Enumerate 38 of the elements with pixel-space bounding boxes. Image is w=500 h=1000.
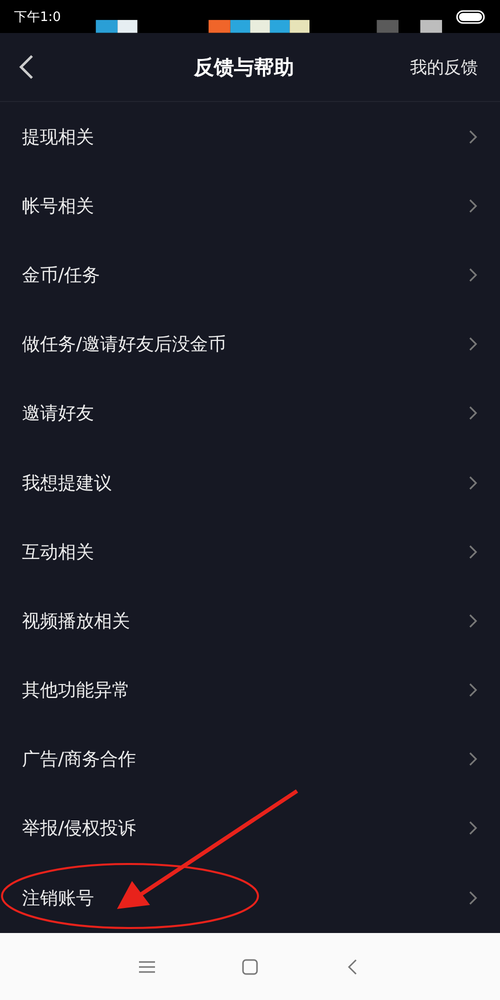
redaction-block [208,20,230,33]
redaction-block [290,20,310,33]
home-icon[interactable] [241,958,259,976]
menu-item[interactable]: 广告/商务合作 [22,747,136,772]
menu-item[interactable]: 其他功能异常 [22,678,130,702]
redaction-block [118,20,138,33]
redaction-block [376,20,399,33]
chevron-right-icon [469,130,478,144]
chevron-right-icon [469,614,478,628]
chevron-right-icon [469,544,478,559]
chevron-right-icon [469,683,478,698]
chevron-right-icon [469,476,478,490]
redaction-block [250,20,270,33]
redaction-block [230,20,250,33]
chevron-right-icon [469,890,478,905]
menu-item[interactable]: 帐号相关 [22,194,94,218]
menu-item[interactable]: 提现相关 [22,124,94,149]
chevron-right-icon [469,268,478,282]
menu-item[interactable]: 互动相关 [22,540,94,564]
my-feedback-link[interactable]: 我的反馈 [410,56,478,78]
menu-item[interactable]: 邀请好友 [22,401,94,426]
menu-item[interactable]: 举报/侵权投诉 [22,816,136,840]
menu-item[interactable]: 视频播放相关 [22,608,130,633]
redaction-block [420,20,442,33]
menu-item[interactable]: 我想提建议 [22,470,112,495]
chevron-right-icon [469,198,478,213]
chevron-right-icon [469,752,478,766]
menu-item[interactable]: 注销账号 [22,886,94,910]
status-time: 下午1:0 [14,8,62,26]
page-title: 反馈与帮助 [194,54,294,80]
battery-icon [456,10,486,24]
chevron-right-icon [469,406,478,420]
redaction-block [96,20,118,33]
menu-item[interactable]: 金币/任务 [22,262,100,287]
redaction-block [270,20,290,33]
chevron-right-icon [469,821,478,836]
menu-item[interactable]: 做任务/邀请好友后没金币 [22,332,226,356]
chevron-right-icon [469,337,478,352]
